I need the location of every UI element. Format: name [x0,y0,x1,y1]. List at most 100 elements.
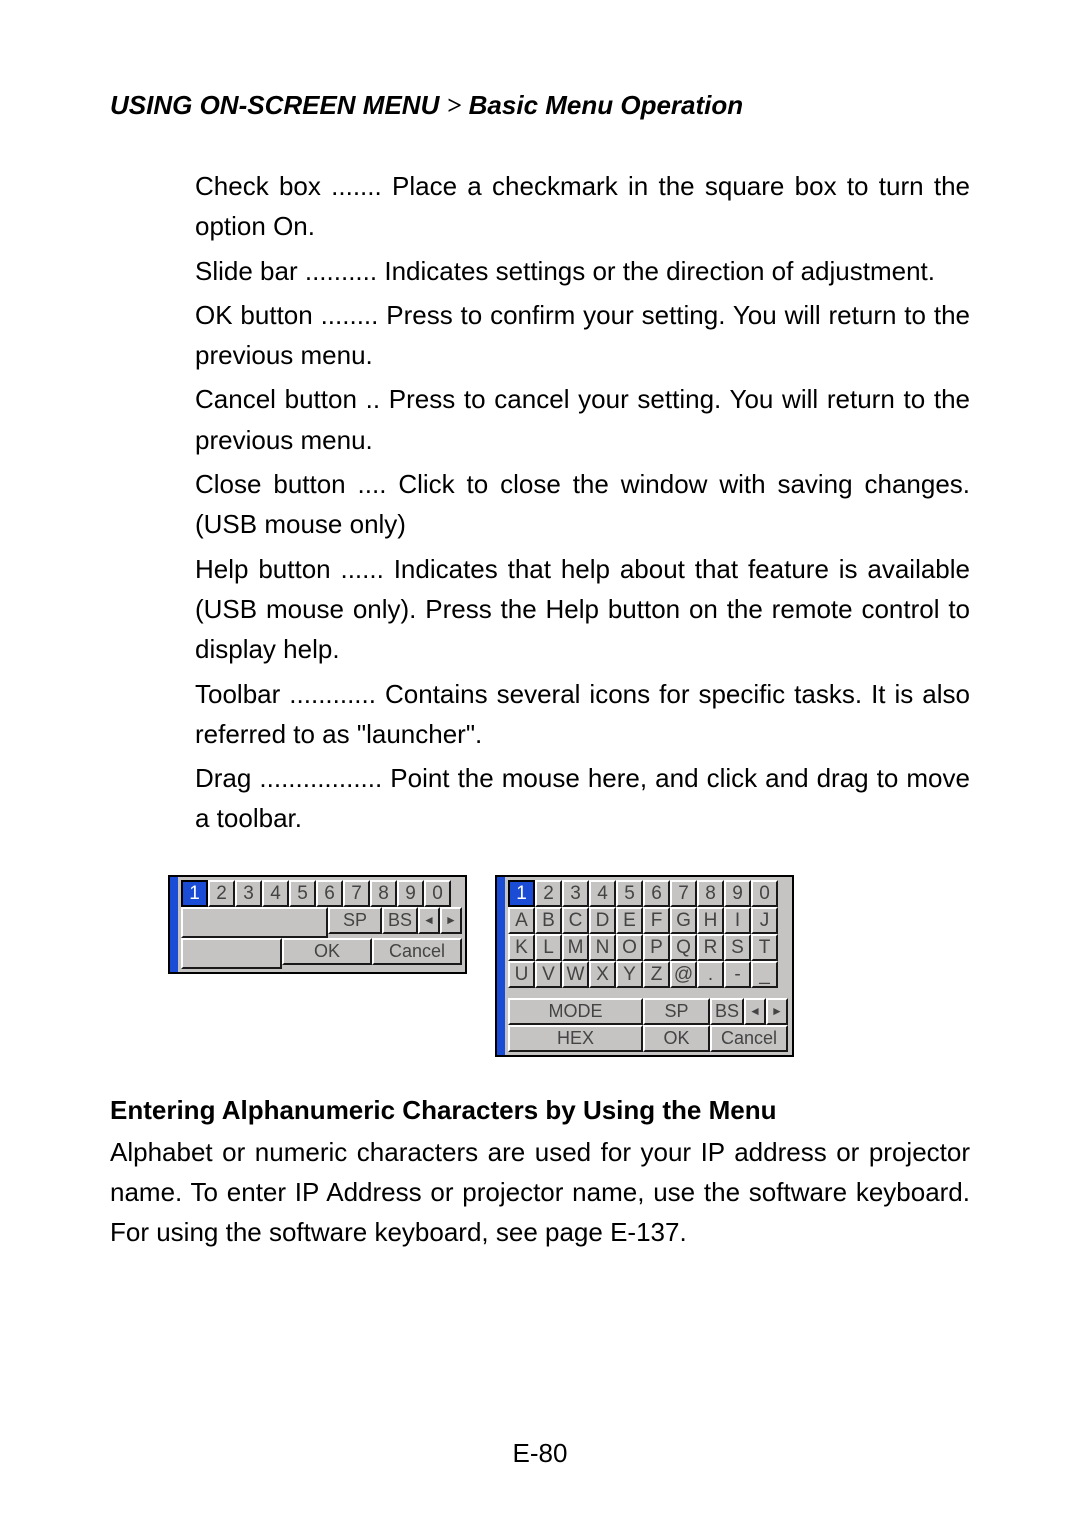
alpha-key-row: ABCDEFGHIJ [508,907,789,934]
alpha-key[interactable]: K [508,934,535,961]
mode-button[interactable]: MODE [508,998,643,1025]
body-paragraph: Alphabet or numeric characters are used … [110,1132,970,1253]
definition-term: Check box [195,171,321,201]
definition-term: Close button [195,469,346,499]
definition-term: Drag [195,763,251,793]
alpha-key[interactable]: I [724,907,751,934]
alpha-key[interactable]: A [508,907,535,934]
numeric-key-row: 1234567890 [181,880,462,907]
leader-dots: ................. [259,763,382,793]
definition-row: Check box ....... Place a checkmark in t… [195,166,970,247]
alpha-key[interactable]: 7 [670,880,697,907]
alpha-key[interactable]: @ [670,961,697,988]
num-key-2[interactable]: 2 [208,880,235,907]
alpha-key[interactable]: G [670,907,697,934]
alpha-key-row: UVWXYZ@.-_ [508,961,789,988]
alpha-key[interactable]: B [535,907,562,934]
leader-dots: .. [366,384,380,414]
alpha-key[interactable]: L [535,934,562,961]
keyboard-figures: 1234567890 SP BS ◄ ► OK Cancel 123456 [110,875,970,1057]
left-arrow-key[interactable]: ◄ [744,998,766,1025]
leader-dots: ....... [331,171,382,201]
alpha-key[interactable]: C [562,907,589,934]
definition-term: Help button [195,554,331,584]
breadcrumb-separator: > [447,91,462,120]
breadcrumb: USING ON-SCREEN MENU > Basic Menu Operat… [110,90,970,121]
sp-key[interactable]: SP [328,907,382,934]
num-key-5[interactable]: 5 [289,880,316,907]
alpha-key[interactable]: 1 [508,880,535,907]
alpha-key[interactable]: D [589,907,616,934]
alpha-key[interactable]: . [697,961,724,988]
num-key-3[interactable]: 3 [235,880,262,907]
leader-dots: .......... [305,256,377,286]
alpha-key[interactable]: N [589,934,616,961]
definition-term: Cancel button [195,384,357,414]
spacer [181,938,282,969]
num-key-9[interactable]: 9 [397,880,424,907]
alpha-key[interactable]: U [508,961,535,988]
num-key-0[interactable]: 0 [424,880,451,907]
definition-term: Slide bar [195,256,298,286]
definition-term: OK button [195,300,313,330]
cancel-button[interactable]: Cancel [372,938,462,965]
num-key-8[interactable]: 8 [370,880,397,907]
definition-row: OK button ........ Press to confirm your… [195,295,970,376]
definition-row: Toolbar ............ Contains several ic… [195,674,970,755]
alpha-key[interactable]: F [643,907,670,934]
definition-row: Close button .... Click to close the win… [195,464,970,545]
alpha-key[interactable]: _ [751,961,778,988]
alpha-key[interactable]: Q [670,934,697,961]
alpha-key[interactable]: 4 [589,880,616,907]
alpha-key[interactable]: J [751,907,778,934]
alpha-key[interactable]: H [697,907,724,934]
alpha-key[interactable]: X [589,961,616,988]
alpha-key[interactable]: V [535,961,562,988]
spacer [181,907,328,938]
alpha-key[interactable]: 0 [751,880,778,907]
bs-key[interactable]: BS [710,998,744,1025]
alpha-key[interactable]: 5 [616,880,643,907]
leader-dots: .... [358,469,387,499]
breadcrumb-section: USING ON-SCREEN MENU [110,90,439,120]
cancel-button[interactable]: Cancel [710,1025,788,1052]
definition-description: Indicates settings or the direction of a… [384,256,935,286]
alpha-key[interactable]: Z [643,961,670,988]
definition-row: Help button ...... Indicates that help a… [195,549,970,670]
left-arrow-key[interactable]: ◄ [418,907,440,934]
ok-button[interactable]: OK [643,1025,710,1052]
alpha-key[interactable]: O [616,934,643,961]
alpha-key[interactable]: W [562,961,589,988]
page-number: E-80 [110,1438,970,1469]
sp-key[interactable]: SP [643,998,710,1025]
right-arrow-key[interactable]: ► [766,998,788,1025]
alpha-key-row: KLMNOPQRST [508,934,789,961]
alpha-key[interactable]: 9 [724,880,751,907]
leader-dots: ............ [289,679,376,709]
leader-dots: ...... [340,554,383,584]
alpha-key[interactable]: R [697,934,724,961]
num-key-7[interactable]: 7 [343,880,370,907]
definition-row: Cancel button .. Press to cancel your se… [195,379,970,460]
alpha-key[interactable]: 8 [697,880,724,907]
alpha-key[interactable]: 3 [562,880,589,907]
num-key-6[interactable]: 6 [316,880,343,907]
right-arrow-key[interactable]: ► [440,907,462,934]
num-key-4[interactable]: 4 [262,880,289,907]
alpha-key[interactable]: - [724,961,751,988]
alpha-key[interactable]: T [751,934,778,961]
alpha-key[interactable]: M [562,934,589,961]
bs-key[interactable]: BS [382,907,418,934]
alpha-key[interactable]: 2 [535,880,562,907]
alpha-key[interactable]: E [616,907,643,934]
alpha-key[interactable]: S [724,934,751,961]
section-subheading: Entering Alphanumeric Characters by Usin… [110,1095,970,1126]
ok-button[interactable]: OK [282,938,372,965]
alpha-key[interactable]: 6 [643,880,670,907]
definition-row: Drag ................. Point the mouse h… [195,758,970,839]
alpha-key[interactable]: P [643,934,670,961]
hex-button[interactable]: HEX [508,1025,643,1052]
definition-row: Slide bar .......... Indicates settings … [195,251,970,291]
alpha-key[interactable]: Y [616,961,643,988]
num-key-1[interactable]: 1 [181,880,208,907]
